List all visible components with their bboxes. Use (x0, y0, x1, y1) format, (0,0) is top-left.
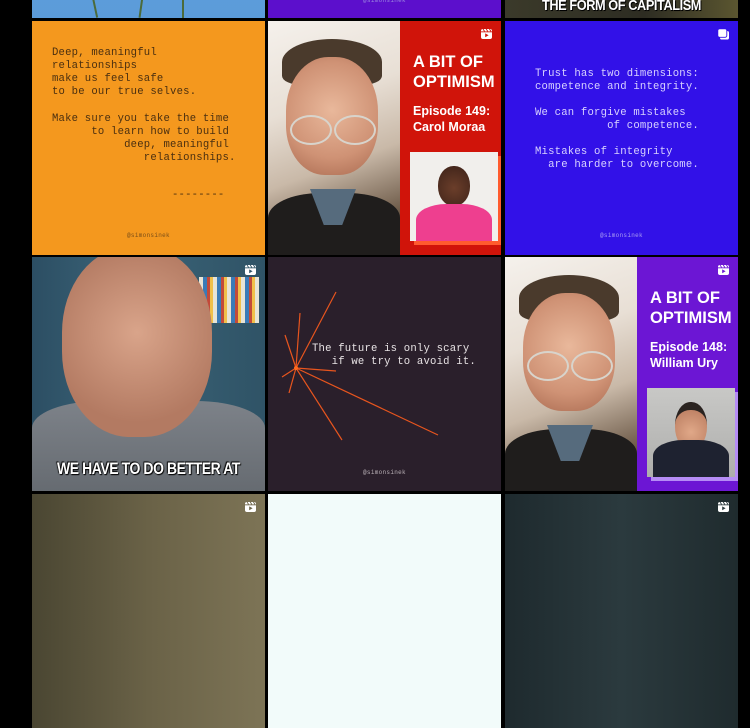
post-tile-trust-quote[interactable]: Trust has two dimensions: competence and… (505, 21, 738, 255)
post-tile-purple-quote[interactable]: @simonsinek (268, 0, 501, 18)
post-tile-reel-bottom-right[interactable] (505, 494, 738, 728)
post-tile-bottom-middle[interactable] (268, 494, 501, 728)
episode-label: Episode 148: William Ury (650, 340, 728, 370)
post-tile-relationships-quote[interactable]: Deep, meaningful relationships make us f… (32, 21, 265, 255)
post-handle: @simonsinek (127, 232, 170, 239)
reel-icon (244, 264, 257, 276)
reel-icon (480, 28, 493, 40)
guest-photo (647, 388, 735, 477)
episode-panel: A BIT OF OPTIMISM Episode 149: Carol Mor… (400, 21, 501, 255)
podcast-title: A BIT OF OPTIMISM (413, 53, 495, 91)
post-handle: @simonsinek (363, 469, 406, 476)
host-photo (268, 21, 400, 255)
reel-icon (717, 264, 730, 276)
plant-stem (138, 0, 148, 18)
host-photo (505, 257, 637, 491)
reel-icon (717, 501, 730, 513)
post-tile-future-quote[interactable]: The future is only scary if we try to av… (268, 257, 501, 491)
quote-text-part2: We can forgive mistakes of competence. (535, 107, 699, 132)
video-subtitle: WE HAVE TO DO BETTER AT (57, 459, 240, 478)
quote-text-part1: Trust has two dimensions: competence and… (535, 68, 699, 93)
plant-stem (182, 0, 184, 18)
plant-stem (87, 0, 99, 18)
video-caption: THE FORM OF CAPITALISM (541, 0, 701, 14)
episode-label: Episode 149: Carol Moraa (413, 104, 491, 134)
starburst-graphic (281, 291, 439, 441)
quote-divider: -------- (172, 189, 225, 201)
guest-photo (410, 152, 498, 241)
post-handle: @simonsinek (600, 232, 643, 239)
reel-icon (244, 501, 257, 513)
post-tile-podcast-episode-148[interactable]: A BIT OF OPTIMISM Episode 148: William U… (505, 257, 738, 491)
carousel-icon (717, 28, 730, 40)
episode-panel: A BIT OF OPTIMISM Episode 148: William U… (637, 257, 738, 491)
post-tile-podcast-episode-149[interactable]: A BIT OF OPTIMISM Episode 149: Carol Mor… (268, 21, 501, 255)
podcast-title: A BIT OF OPTIMISM (650, 289, 732, 327)
quote-text-part2: Make sure you take the time to learn how… (52, 113, 236, 164)
quote-text: The future is only scary if we try to av… (312, 343, 476, 368)
speaker-face (62, 257, 212, 437)
post-tile-sky[interactable] (32, 0, 265, 18)
post-tile-capitalism-video[interactable]: THE FORM OF CAPITALISM (505, 0, 738, 18)
quote-text-part1: Deep, meaningful relationships make us f… (52, 47, 197, 98)
quote-text-part3: Mistakes of integrity are harder to over… (535, 146, 699, 171)
post-handle: @simonsinek (363, 0, 406, 4)
post-tile-reel-bottom-left[interactable] (32, 494, 265, 728)
post-tile-video-clip[interactable]: WE HAVE TO DO BETTER AT (32, 257, 265, 491)
